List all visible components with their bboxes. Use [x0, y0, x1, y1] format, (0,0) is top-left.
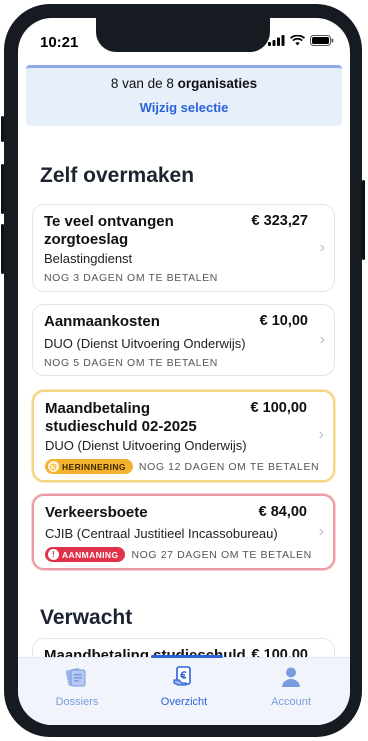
chevron-right-icon: › [318, 523, 324, 540]
expected-amount: € 100,00 [251, 647, 308, 657]
volume-up-button [1, 164, 4, 214]
status-time: 10:21 [40, 34, 79, 51]
selection-count-label: organisaties [177, 76, 258, 91]
payment-due: NOG 3 DAGEN OM TE BETALEN [44, 272, 218, 284]
folders-icon [65, 668, 86, 687]
payment-due-text: NOG 27 DAGEN OM TE BETALEN [131, 548, 312, 561]
selection-count-value: 8 van de 8 [110, 76, 174, 91]
payment-amount: € 10,00 [259, 313, 308, 329]
active-tab-indicator [151, 655, 223, 658]
selection-count: 8 van de 8 organisaties [26, 76, 342, 91]
main-content[interactable]: 8 van de 8 organisaties Wijzig selectie … [18, 62, 350, 657]
tab-label: Overzicht [160, 696, 208, 708]
payment-organization: CJIB (Centraal Justitieel Incassobureau) [45, 526, 278, 541]
payment-due: NOG 5 DAGEN OM TE BETALEN [44, 357, 218, 369]
exclamation-icon: ! [48, 549, 59, 560]
payment-due-text: NOG 12 DAGEN OM TE BETALEN [138, 460, 320, 473]
notch [96, 18, 270, 52]
badge-label: AANMANING [62, 549, 119, 560]
payment-title: Aanmaankosten [44, 313, 160, 330]
power-button [362, 180, 365, 260]
payment-due: ◷ HERINNERING NOG 12 DAGEN OM TE BETALEN [45, 459, 319, 474]
phone-frame: 10:21 8 van de 8 organisaties Wijzig sel… [1, 4, 365, 737]
tab-account[interactable]: Account [246, 666, 336, 708]
chevron-right-icon: › [319, 239, 325, 256]
payment-card-warning[interactable]: Verkeersboete € 84,00 CJIB (Centraal Jus… [32, 494, 335, 570]
volume-down-button [1, 224, 4, 274]
payment-title: Maandbetaling studieschuld 02-2025 [45, 400, 197, 435]
reminder-badge: ◷ HERINNERING [45, 459, 133, 474]
wifi-icon [290, 35, 305, 46]
section-title-expected: Verwacht [40, 606, 133, 629]
payment-amount: € 100,00 [250, 400, 307, 416]
payment-organization: DUO (Dienst Uitvoering Onderwijs) [44, 336, 246, 351]
payment-due-text: NOG 3 DAGEN OM TE BETALEN [44, 272, 218, 284]
payment-due-text: NOG 5 DAGEN OM TE BETALEN [44, 357, 218, 369]
payment-amount: € 323,27 [251, 213, 308, 229]
payment-card-reminder[interactable]: Maandbetaling studieschuld 02-2025 € 100… [32, 390, 335, 482]
screen: 10:21 8 van de 8 organisaties Wijzig sel… [18, 18, 350, 725]
clock-icon: ◷ [48, 461, 59, 472]
tab-overzicht[interactable]: Overzicht [139, 666, 229, 708]
payment-title: Verkeersboete [45, 504, 148, 521]
payment-organization: Belastingdienst [44, 251, 133, 266]
payment-title: Te veel ontvangen zorgtoeslag [44, 213, 174, 248]
chevron-right-icon: › [319, 331, 325, 348]
change-selection-link[interactable]: Wijzig selectie [26, 100, 342, 115]
badge-label: HERINNERING [62, 461, 126, 472]
tab-dossiers[interactable]: Dossiers [32, 666, 122, 708]
person-icon [282, 667, 300, 687]
signal-icon [268, 35, 285, 46]
mute-switch [1, 116, 4, 142]
section-title-self-pay: Zelf overmaken [40, 164, 195, 187]
payment-card[interactable]: Te veel ontvangen zorgtoeslag € 323,27 B… [32, 204, 335, 292]
warning-badge: ! AANMANING [45, 547, 126, 562]
status-icons [268, 35, 334, 46]
document-euro-icon [173, 666, 191, 686]
payment-due: ! AANMANING NOG 27 DAGEN OM TE BETALEN [45, 547, 312, 562]
battery-icon [310, 35, 334, 46]
tab-label: Account [271, 696, 311, 708]
payment-organization: DUO (Dienst Uitvoering Onderwijs) [45, 438, 247, 453]
organization-selection: 8 van de 8 organisaties Wijzig selectie [26, 65, 342, 126]
payment-card[interactable]: Aanmaankosten € 10,00 DUO (Dienst Uitvoe… [32, 304, 335, 376]
tab-label: Dossiers [55, 696, 99, 708]
tab-bar: Dossiers Overzicht Account [18, 655, 350, 725]
chevron-right-icon: › [318, 426, 324, 443]
payment-amount: € 84,00 [258, 504, 307, 520]
